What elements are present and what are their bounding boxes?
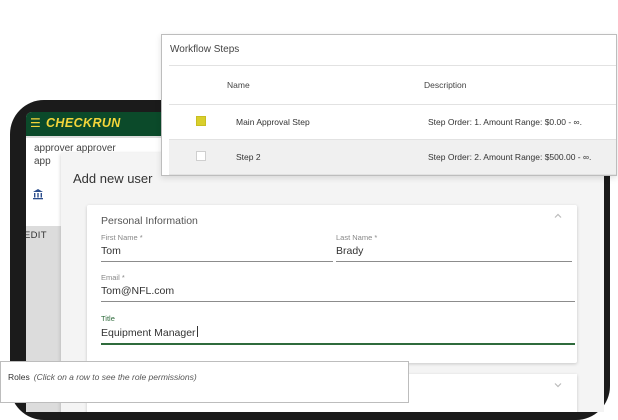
edit-link[interactable]: EDIT <box>26 230 47 241</box>
bank-icon <box>33 189 43 200</box>
title-field[interactable]: Title Equipment Manager <box>101 314 575 345</box>
first-name-label: First Name * <box>101 233 143 242</box>
checkbox-unchecked[interactable] <box>196 151 206 161</box>
table-header-row: Name Description <box>169 65 616 105</box>
menu-icon[interactable]: ☰ <box>30 115 41 131</box>
row-name: Step 2 <box>226 139 422 175</box>
roles-hint: (Click on a row to see the role permissi… <box>33 372 197 382</box>
name-column-header: Name <box>226 65 422 105</box>
first-name-input[interactable]: Tom <box>101 242 333 262</box>
panel-title: Personal Information <box>101 215 198 227</box>
row-checkbox-cell <box>169 104 226 140</box>
email-input[interactable]: Tom@NFL.com <box>101 282 575 302</box>
personal-information-panel: Personal Information First Name * Tom La… <box>87 205 577 363</box>
text-caret <box>196 326 198 337</box>
brand-logo: CHECKRUN <box>46 116 121 130</box>
chevron-down-icon[interactable] <box>553 380 563 390</box>
row-checkbox-cell <box>169 139 226 175</box>
table-row[interactable]: Main Approval Step Step Order: 1. Amount… <box>169 104 616 140</box>
title-input-wrapper[interactable]: Equipment Manager <box>101 323 575 345</box>
workflow-title: Workflow Steps <box>170 44 240 55</box>
row-name: Main Approval Step <box>226 104 422 140</box>
email-label: Email * <box>101 273 125 282</box>
checkbox-checked[interactable] <box>196 116 206 126</box>
row-description: Step Order: 2. Amount Range: $500.00 - ∞… <box>422 139 616 175</box>
background-text-2: app <box>34 156 51 167</box>
row-description: Step Order: 1. Amount Range: $0.00 - ∞. <box>422 104 616 140</box>
roles-title-line: Roles (Click on a row to see the role per… <box>8 372 197 382</box>
roles-popup: Roles (Click on a row to see the role per… <box>0 361 409 403</box>
title-label: Title <box>101 314 115 323</box>
first-name-field[interactable]: First Name * Tom <box>101 233 333 262</box>
workflow-steps-popup: Workflow Steps Name Description Main App… <box>161 34 617 176</box>
chevron-up-icon[interactable] <box>553 211 563 221</box>
dialog-title: Add new user <box>73 171 153 186</box>
roles-title: Roles <box>8 372 30 382</box>
checkbox-column-header <box>169 65 226 105</box>
last-name-input[interactable]: Brady <box>336 242 572 262</box>
workflow-table: Name Description Main Approval Step Step… <box>169 65 616 175</box>
description-column-header: Description <box>422 65 616 105</box>
email-field[interactable]: Email * Tom@NFL.com <box>101 273 575 302</box>
last-name-label: Last Name * <box>336 233 378 242</box>
last-name-field[interactable]: Last Name * Brady <box>336 233 572 262</box>
table-row[interactable]: Step 2 Step Order: 2. Amount Range: $500… <box>169 139 616 175</box>
title-input[interactable]: Equipment Manager <box>101 327 196 339</box>
